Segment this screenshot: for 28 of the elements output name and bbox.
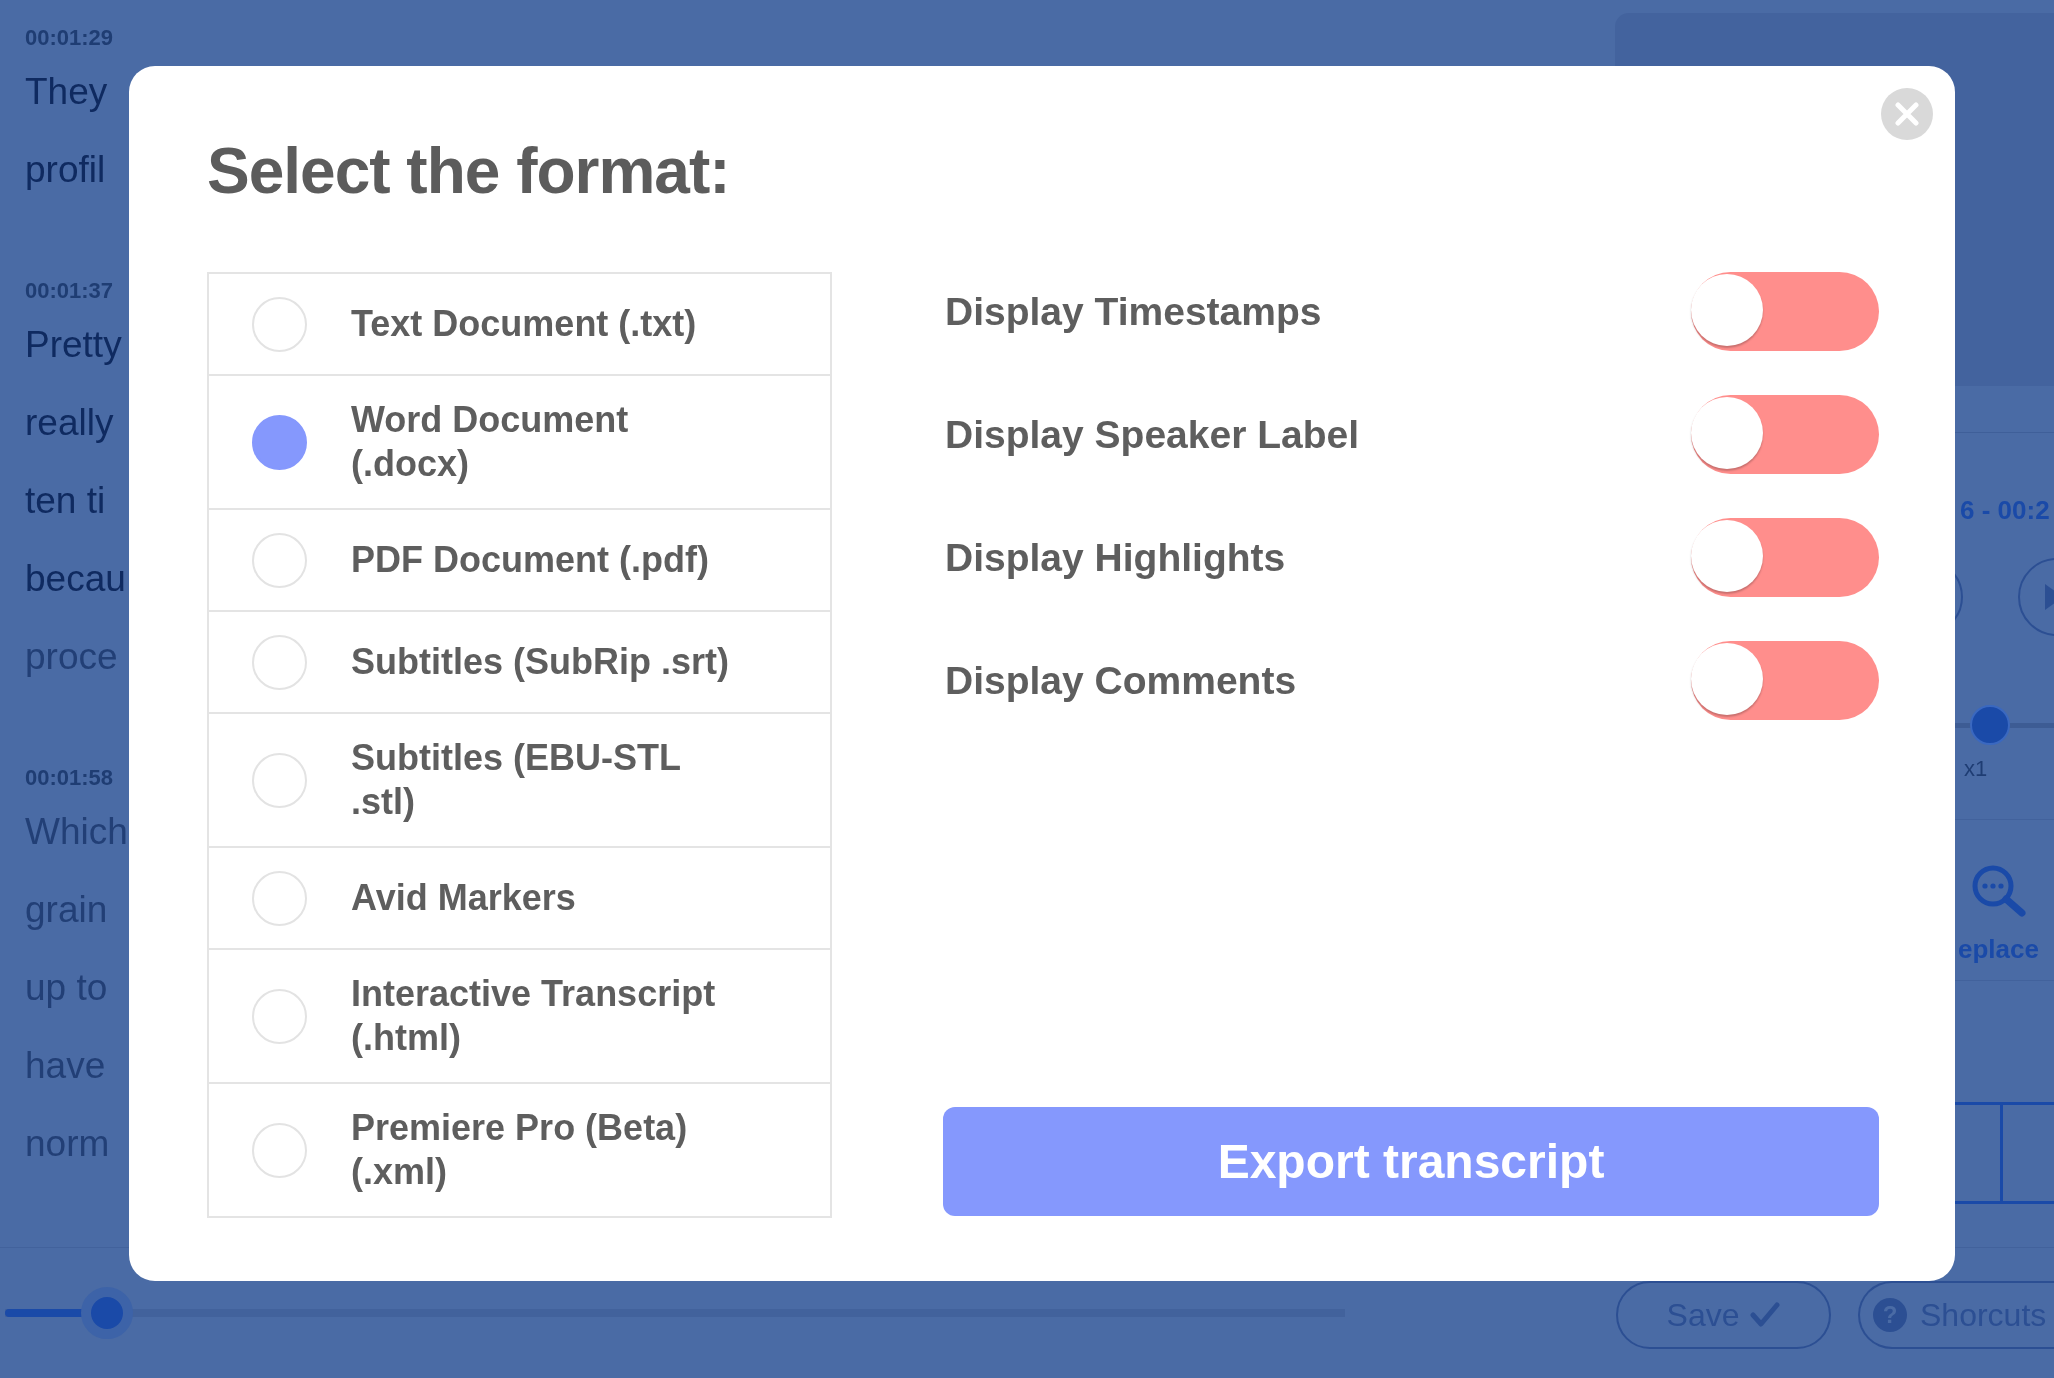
transcript-line: becau — [25, 557, 126, 601]
help-icon: ? — [1873, 1298, 1907, 1332]
format-label: Text Document (.txt) — [351, 302, 697, 346]
dialog-title: Select the format: — [207, 139, 730, 203]
format-label: Interactive Transcript (.html) — [351, 972, 717, 1060]
option-label: Display Speaker Label — [945, 411, 1360, 458]
play-button[interactable] — [2017, 557, 2054, 637]
transcript-line: really — [25, 401, 114, 445]
radio-button[interactable] — [252, 414, 307, 470]
transcript-line: Pretty — [25, 323, 122, 367]
slider-thumb[interactable] — [80, 1287, 133, 1339]
format-label: Premiere Pro (Beta) (.xml) — [351, 1106, 689, 1194]
format-label: Word Document (.docx) — [351, 398, 630, 486]
export-button[interactable]: Export transcript — [943, 1107, 1879, 1216]
close-icon — [1895, 102, 1919, 126]
option-label: Display Comments — [945, 657, 1297, 704]
transcript-line: They — [25, 70, 108, 114]
slider-thumb[interactable] — [1969, 705, 2010, 745]
option-label: Display Timestamps — [945, 288, 1322, 335]
option-label: Display Highlights — [945, 534, 1286, 581]
check-icon — [1750, 1302, 1781, 1328]
format-label: Subtitles (SubRip .srt) — [351, 640, 729, 684]
close-button[interactable] — [1881, 88, 1933, 140]
format-label: Avid Markers — [351, 876, 576, 920]
transcript-line: ten ti — [25, 479, 106, 523]
format-label: Subtitles (EBU-STL .stl) — [351, 736, 682, 824]
transcript-line: profil — [25, 148, 106, 192]
format-label: PDF Document (.pdf) — [351, 538, 709, 582]
